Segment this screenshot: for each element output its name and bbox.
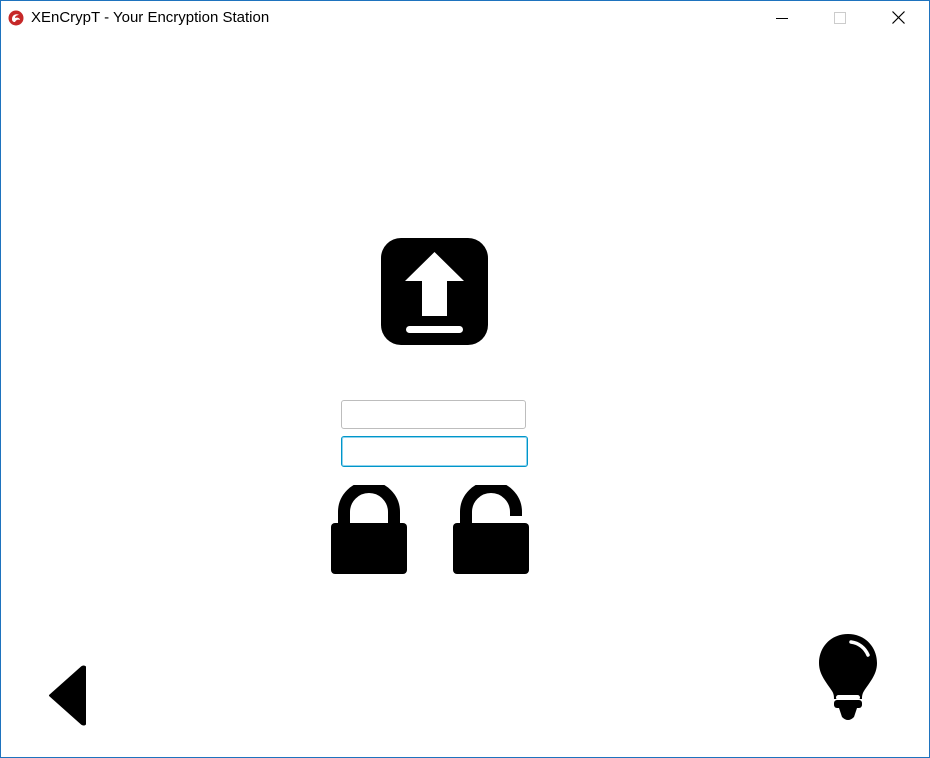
password-input[interactable] <box>341 436 528 467</box>
title-bar[interactable]: XEnCrypT - Your Encryption Station <box>1 1 929 34</box>
minimize-button[interactable] <box>759 1 805 34</box>
lightbulb-icon <box>817 633 879 722</box>
back-button[interactable] <box>46 664 86 727</box>
xencrypt-logo-icon <box>8 10 24 26</box>
window-title: XEnCrypT - Your Encryption Station <box>31 9 270 26</box>
encrypt-button[interactable] <box>331 485 407 574</box>
maximize-button[interactable] <box>817 1 863 34</box>
lock-closed-icon <box>331 485 407 574</box>
app-window: XEnCrypT - Your Encryption Station <box>0 0 930 758</box>
upload-icon <box>381 238 488 345</box>
close-button[interactable] <box>875 1 921 34</box>
lock-open-icon <box>453 485 529 574</box>
upload-file-button[interactable] <box>381 238 488 345</box>
back-arrow-icon <box>46 664 86 727</box>
key-input[interactable] <box>341 400 526 429</box>
maximize-icon <box>834 11 846 24</box>
minimize-icon <box>776 12 788 24</box>
close-icon <box>891 11 905 24</box>
decrypt-button[interactable] <box>453 485 529 574</box>
hint-button[interactable] <box>817 633 879 722</box>
